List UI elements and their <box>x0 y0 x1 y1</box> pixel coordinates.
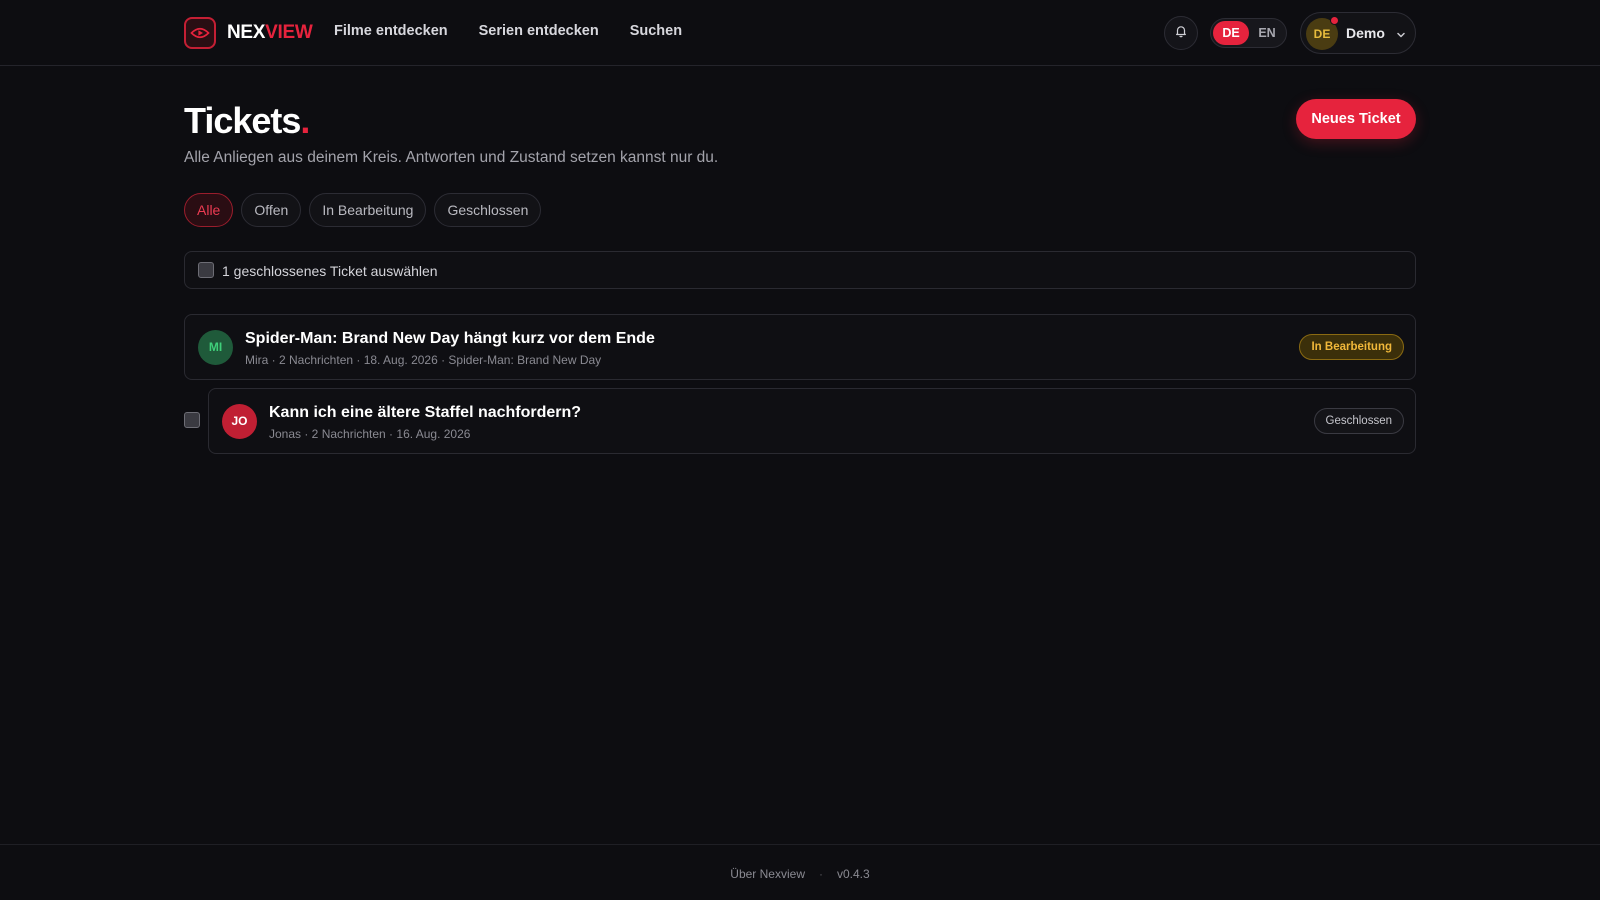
brand-wordmark: NEXVIEW <box>227 22 313 44</box>
notification-dot <box>1330 16 1339 25</box>
status-badge: In Bearbeitung <box>1299 334 1404 360</box>
footer: Über Nexview · v0.4.3 <box>0 844 1600 900</box>
filter-chip-all[interactable]: Alle <box>184 193 234 227</box>
ticket-row[interactable]: JO Kann ich eine ältere Staffel nachford… <box>208 388 1416 454</box>
language-option-de[interactable]: DE <box>1213 21 1249 45</box>
nav-link-search[interactable]: Suchen <box>630 23 682 39</box>
footer-separator: · <box>819 867 823 881</box>
app-version: v0.4.3 <box>837 867 870 881</box>
language-switcher: DE EN <box>1210 18 1287 48</box>
user-name: Demo <box>1346 25 1385 41</box>
ticket-title[interactable]: Kann ich eine ältere Staffel nachfordern… <box>269 404 581 422</box>
status-filter-chips: Alle Offen In Bearbeitung Geschlossen <box>184 193 542 227</box>
user-menu-button[interactable]: DE Demo <box>1300 12 1416 54</box>
select-closed-label[interactable]: 1 geschlossenes Ticket auswählen <box>222 263 438 279</box>
status-badge: Geschlossen <box>1313 408 1404 434</box>
notifications-button[interactable] <box>1164 16 1198 50</box>
main-nav: Filme entdecken Serien entdecken Suchen <box>334 23 682 39</box>
ticket-meta: Mira · 2 Nachrichten · 18. Aug. 2026 · S… <box>245 353 602 367</box>
ticket-row[interactable]: MI Spider-Man: Brand New Day hängt kurz … <box>184 314 1416 380</box>
avatar: MI <box>198 330 233 365</box>
page-subtitle: Alle Anliegen aus deinem Kreis. Antworte… <box>184 149 719 166</box>
filter-chip-in-progress[interactable]: In Bearbeitung <box>309 193 427 227</box>
ticket-checkbox[interactable] <box>184 412 200 428</box>
bell-icon <box>1174 24 1188 43</box>
filter-chip-open[interactable]: Offen <box>241 193 302 227</box>
play-icon <box>184 17 216 49</box>
new-ticket-button[interactable]: Neues Ticket <box>1296 99 1416 139</box>
chevron-down-icon <box>1396 27 1406 45</box>
footer-content: Über Nexview · v0.4.3 <box>0 867 1600 881</box>
language-option-en[interactable]: EN <box>1249 21 1285 45</box>
brand-logo-link[interactable]: NEXVIEW <box>184 17 313 49</box>
page-title: Tickets. <box>184 100 310 142</box>
brand-wordmark-part2: VIEW <box>265 22 313 43</box>
page-title-dot: . <box>300 100 310 141</box>
top-navigation-bar: NEXVIEW Filme entdecken Serien entdecken… <box>0 0 1600 66</box>
footer-about-link[interactable]: Über Nexview <box>730 867 805 881</box>
select-closed-checkbox[interactable] <box>198 262 214 278</box>
ticket-meta: Jonas · 2 Nachrichten · 16. Aug. 2026 <box>269 427 471 441</box>
avatar: JO <box>222 404 257 439</box>
page-title-text: Tickets <box>184 100 301 141</box>
ticket-title[interactable]: Spider-Man: Brand New Day hängt kurz vor… <box>245 330 655 348</box>
nav-link-series[interactable]: Serien entdecken <box>479 23 599 39</box>
nav-link-movies[interactable]: Filme entdecken <box>334 23 448 39</box>
filter-chip-closed[interactable]: Geschlossen <box>434 193 542 227</box>
bulk-select-bar: 1 geschlossenes Ticket auswählen <box>184 251 1416 289</box>
brand-wordmark-part1: NEX <box>227 22 266 43</box>
